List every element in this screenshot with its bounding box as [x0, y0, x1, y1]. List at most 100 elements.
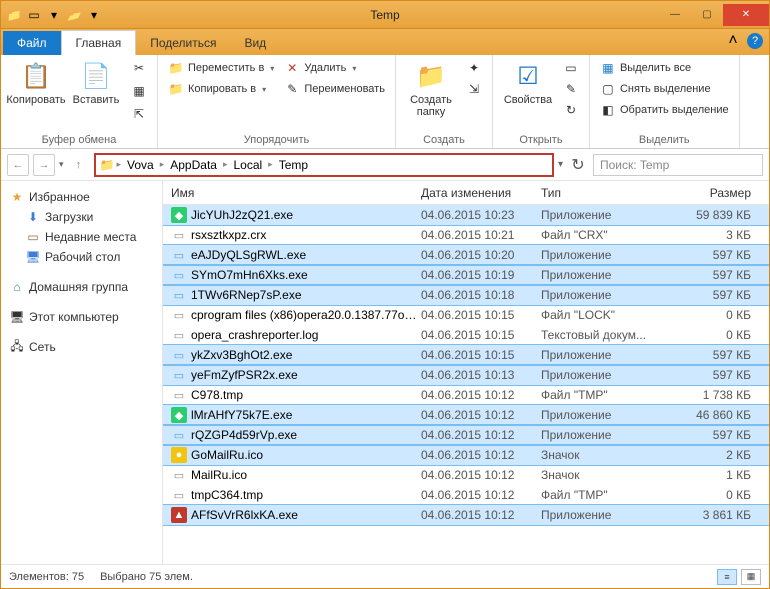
- sidebar-recent[interactable]: ▭Недавние места: [1, 227, 162, 247]
- open-folder-icon[interactable]: 📂: [65, 6, 83, 24]
- breadcrumb-folder-icon: 📁: [100, 158, 115, 172]
- file-date: 04.06.2015 10:13: [421, 368, 541, 382]
- move-to-button[interactable]: 📁Переместить в▾: [164, 58, 278, 78]
- file-row[interactable]: ▭yeFmZyfPSR2x.exe04.06.2015 10:13Приложе…: [163, 365, 769, 385]
- file-icon: ▭: [171, 227, 187, 243]
- file-rows[interactable]: ◆JicYUhJ2zQ21.exe04.06.2015 10:23Приложе…: [163, 205, 769, 564]
- forward-button[interactable]: →: [33, 154, 55, 176]
- properties-qat-icon[interactable]: ▭: [25, 6, 43, 24]
- help-icon[interactable]: ?: [747, 33, 763, 49]
- maximize-button[interactable]: ▢: [691, 4, 723, 26]
- navigation-sidebar: ★Избранное ⬇Загрузки ▭Недавние места 🖥Ра…: [1, 181, 163, 564]
- file-row[interactable]: ▭rQZGP4d59rVp.exe04.06.2015 10:12Приложе…: [163, 425, 769, 445]
- edit-button[interactable]: ✎: [559, 79, 583, 99]
- tab-share[interactable]: Поделиться: [136, 31, 230, 55]
- file-row[interactable]: ▭opera_crashreporter.log04.06.2015 10:15…: [163, 325, 769, 345]
- breadcrumb-seg-temp[interactable]: Temp: [275, 158, 312, 172]
- tab-file[interactable]: Файл: [3, 31, 61, 55]
- file-type: Текстовый докум...: [541, 328, 671, 342]
- rename-button[interactable]: ✎Переименовать: [280, 79, 389, 99]
- file-row[interactable]: ▭eAJDyQLSgRWL.exe04.06.2015 10:20Приложе…: [163, 245, 769, 265]
- ribbon-collapse-icon[interactable]: ˄: [725, 33, 741, 49]
- file-row[interactable]: ●GoMailRu.ico04.06.2015 10:12Значок2 КБ: [163, 445, 769, 465]
- minimize-button[interactable]: —: [659, 4, 691, 26]
- view-details-button[interactable]: ≡: [717, 569, 737, 585]
- newfolder-qat-icon[interactable]: ▾: [45, 6, 63, 24]
- view-icons-button[interactable]: ▦: [741, 569, 761, 585]
- copy-icon: 📋: [20, 60, 52, 92]
- column-size[interactable]: Размер: [671, 186, 751, 200]
- file-icon: ▭: [171, 347, 187, 363]
- sidebar-desktop[interactable]: 🖥Рабочий стол: [1, 247, 162, 267]
- file-date: 04.06.2015 10:12: [421, 508, 541, 522]
- tab-main[interactable]: Главная: [61, 30, 137, 55]
- file-size: 0 КБ: [671, 308, 751, 322]
- file-size: 597 КБ: [671, 268, 751, 282]
- new-folder-button[interactable]: 📁 Создать папку: [402, 58, 460, 120]
- sidebar-network[interactable]: 🖧Сеть: [1, 337, 162, 357]
- sidebar-homegroup[interactable]: ⌂Домашняя группа: [1, 277, 162, 297]
- sidebar-thispc[interactable]: 🖥Этот компьютер: [1, 307, 162, 327]
- paste-shortcut-button[interactable]: ⇱: [127, 104, 151, 124]
- qat-dropdown-icon[interactable]: ▾: [85, 6, 103, 24]
- properties-button[interactable]: ☑ Свойства: [499, 58, 557, 108]
- file-row[interactable]: ▭MailRu.ico04.06.2015 10:12Значок1 КБ: [163, 465, 769, 485]
- cut-button[interactable]: ✂: [127, 58, 151, 78]
- breadcrumb-seg-vova[interactable]: Vova: [123, 158, 158, 172]
- breadcrumb-dropdown-icon[interactable]: ▾: [558, 159, 563, 170]
- file-row[interactable]: ▭tmpC364.tmp04.06.2015 10:12Файл "TMP"0 …: [163, 485, 769, 505]
- file-size: 597 КБ: [671, 248, 751, 262]
- up-button[interactable]: ↑: [68, 154, 90, 176]
- file-date: 04.06.2015 10:12: [421, 448, 541, 462]
- sidebar-downloads[interactable]: ⬇Загрузки: [1, 207, 162, 227]
- file-row[interactable]: ▭ykZxv3BghOt2.exe04.06.2015 10:15Приложе…: [163, 345, 769, 365]
- copy-button[interactable]: 📋 Копировать: [7, 58, 65, 108]
- copypath-button[interactable]: ▦: [127, 81, 151, 101]
- delete-button[interactable]: ✕Удалить▾: [280, 58, 389, 78]
- invert-selection-button[interactable]: ◧Обратить выделение: [596, 100, 733, 120]
- close-button[interactable]: ✕: [723, 4, 769, 26]
- file-type: Приложение: [541, 268, 671, 282]
- copy-to-button[interactable]: 📁Копировать в▾: [164, 79, 278, 99]
- tab-view[interactable]: Вид: [230, 31, 280, 55]
- column-name[interactable]: Имя: [171, 186, 421, 200]
- breadcrumb[interactable]: 📁 ▸ Vova ▸ AppData ▸ Local ▸ Temp: [94, 153, 554, 177]
- history-button[interactable]: ↻: [559, 100, 583, 120]
- file-row[interactable]: ▭cprogram files (x86)opera20.0.1387.77op…: [163, 305, 769, 325]
- file-icon: ▭: [171, 267, 187, 283]
- column-type[interactable]: Тип: [541, 186, 671, 200]
- file-type: Приложение: [541, 428, 671, 442]
- back-button[interactable]: ←: [7, 154, 29, 176]
- breadcrumb-seg-appdata[interactable]: AppData: [166, 158, 221, 172]
- file-row[interactable]: ◆JicYUhJ2zQ21.exe04.06.2015 10:23Приложе…: [163, 205, 769, 225]
- breadcrumb-seg-local[interactable]: Local: [229, 158, 266, 172]
- selectnone-icon: ▢: [600, 81, 616, 97]
- file-row[interactable]: ◆lMrAHfY75k7E.exe04.06.2015 10:12Приложе…: [163, 405, 769, 425]
- file-row[interactable]: ▭1TWv6RNep7sP.exe04.06.2015 10:18Приложе…: [163, 285, 769, 305]
- refresh-button[interactable]: ↻: [567, 154, 589, 176]
- search-input[interactable]: Поиск: Temp: [593, 154, 763, 176]
- downloads-icon: ⬇: [25, 209, 41, 225]
- edit-icon: ✎: [563, 81, 579, 97]
- new-item-button[interactable]: ✦: [462, 58, 486, 78]
- file-date: 04.06.2015 10:19: [421, 268, 541, 282]
- open-button[interactable]: ▭: [559, 58, 583, 78]
- select-none-button[interactable]: ▢Снять выделение: [596, 79, 733, 99]
- ribbon-tabs: Файл Главная Поделиться Вид ˄ ?: [1, 29, 769, 55]
- sidebar-favorites[interactable]: ★Избранное: [1, 187, 162, 207]
- file-row[interactable]: ▭C978.tmp04.06.2015 10:12Файл "TMP"1 738…: [163, 385, 769, 405]
- easy-access-button[interactable]: ⇲: [462, 79, 486, 99]
- file-name: lMrAHfY75k7E.exe: [191, 408, 421, 422]
- file-size: 59 839 КБ: [671, 208, 751, 222]
- column-date[interactable]: Дата изменения: [421, 186, 541, 200]
- open-icon: ▭: [563, 60, 579, 76]
- history-icon: ↻: [563, 102, 579, 118]
- file-size: 597 КБ: [671, 368, 751, 382]
- select-all-button[interactable]: ▦Выделить все: [596, 58, 733, 78]
- file-row[interactable]: ▭rsxsztkxpz.crx04.06.2015 10:21Файл "CRX…: [163, 225, 769, 245]
- paste-button[interactable]: 📄 Вставить: [67, 58, 125, 108]
- file-row[interactable]: ▲AFfSvVrR6lxKA.exe04.06.2015 10:12Прилож…: [163, 505, 769, 525]
- file-row[interactable]: ▭SYmO7mHn6Xks.exe04.06.2015 10:19Приложе…: [163, 265, 769, 285]
- history-dropdown-icon[interactable]: ▾: [59, 159, 64, 170]
- status-item-count: Элементов: 75: [9, 571, 84, 583]
